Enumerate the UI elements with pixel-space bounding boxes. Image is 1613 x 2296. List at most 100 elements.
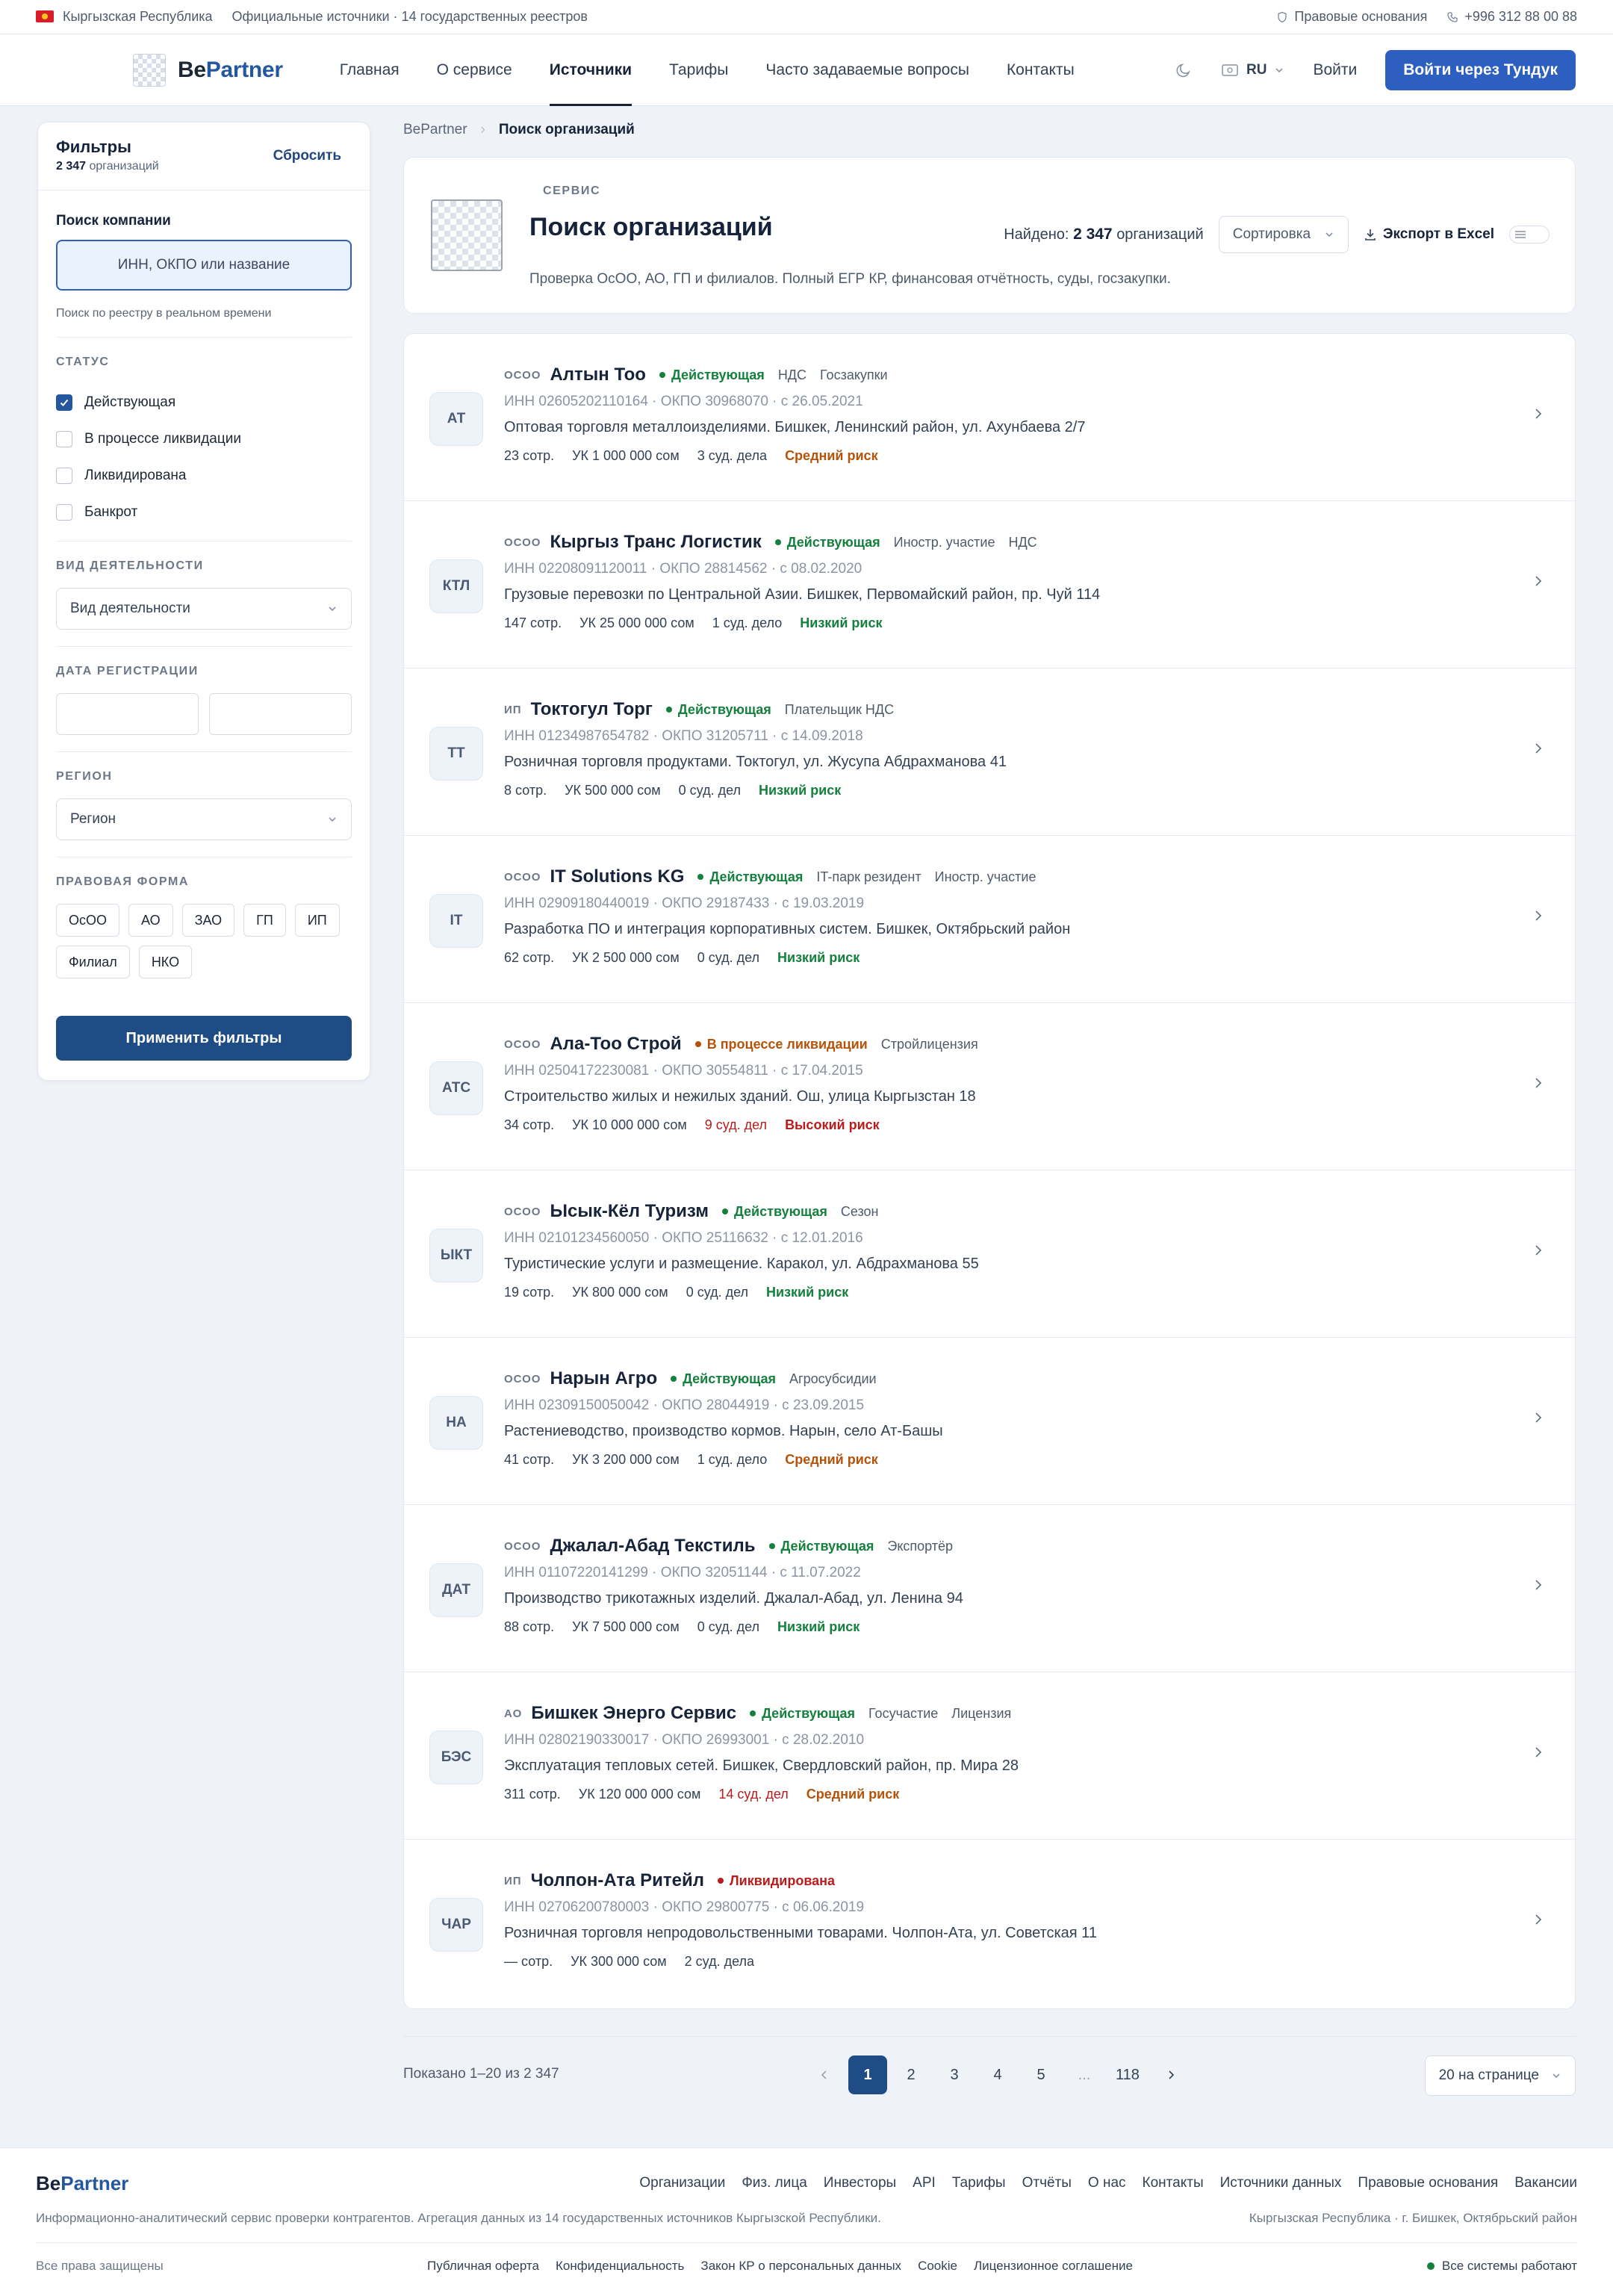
legal-form-chip[interactable]: ЗАО <box>181 904 235 937</box>
status-option[interactable]: В процессе ликвидации <box>56 421 352 457</box>
prev-page-button[interactable] <box>805 2055 844 2094</box>
footer-link[interactable]: Организации <box>639 2175 725 2191</box>
open-organization-chevron[interactable] <box>1532 1913 1545 1931</box>
footer-logo[interactable]: BePartner <box>36 2172 128 2195</box>
footer-legal-link[interactable]: Публичная оферта <box>427 2259 539 2274</box>
nav-pricing[interactable]: Тарифы <box>669 61 728 79</box>
footer-legal-link[interactable]: Конфиденциальность <box>556 2259 684 2274</box>
organization-name[interactable]: Джалал-Абад Текстиль <box>550 1536 755 1557</box>
open-organization-chevron[interactable] <box>1532 407 1545 425</box>
organization-row[interactable]: ЫКТ ОСОО Ысык-Кёл Туризм Действующая Сезон ИН… <box>404 1170 1575 1338</box>
open-organization-chevron[interactable] <box>1532 1244 1545 1262</box>
organization-row[interactable]: ЧАР ИП Чолпон-Ата Ритейл Ликвидирована ИНН 0… <box>404 1840 1575 2007</box>
login-button[interactable]: Войти <box>1313 61 1357 79</box>
footer-link[interactable]: API <box>913 2175 936 2191</box>
open-organization-chevron[interactable] <box>1532 1746 1545 1763</box>
page-button[interactable]: 4 <box>978 2055 1017 2094</box>
company-search-input[interactable]: ИНН, ОКПО или название <box>56 240 352 291</box>
footer-legal-link[interactable]: Лицензионное соглашение <box>974 2259 1133 2274</box>
status-text: Действующая <box>734 1203 827 1219</box>
page-button[interactable]: 5 <box>1022 2055 1060 2094</box>
page-button[interactable]: 1 <box>848 2055 887 2094</box>
nav-sources[interactable]: Источники <box>549 61 633 106</box>
open-organization-chevron[interactable] <box>1532 1411 1545 1429</box>
apply-filters-button[interactable]: Применить фильтры <box>56 1016 352 1061</box>
language-selector[interactable]: RU <box>1221 62 1284 78</box>
organization-name[interactable]: Токтогул Торг <box>531 699 653 720</box>
activity-select[interactable]: Вид деятельности <box>56 588 352 630</box>
nav-home[interactable]: Главная <box>340 61 400 79</box>
organization-name[interactable]: Нарын Агро <box>550 1368 657 1389</box>
status-option[interactable]: Банкрот <box>56 494 352 530</box>
sort-select[interactable]: Сортировка <box>1218 216 1349 253</box>
legal-form-chip[interactable]: ГП <box>243 904 286 937</box>
checkbox-checked[interactable] <box>56 394 72 411</box>
legal-form-chip[interactable]: ИП <box>294 904 340 937</box>
footer-link[interactable]: Вакансии <box>1514 2175 1577 2191</box>
organization-row[interactable]: IT ОСОО IT Solutions KG Действующая IT-парк … <box>404 836 1575 1003</box>
per-page-select[interactable]: 20 на странице <box>1424 2055 1576 2096</box>
footer-link[interactable]: Контакты <box>1143 2175 1204 2191</box>
footer-link[interactable]: Тарифы <box>952 2175 1006 2191</box>
risk-level: Низкий риск <box>800 615 883 630</box>
page-button[interactable]: 118 <box>1108 2055 1147 2094</box>
footer-link[interactable]: Правовые основания <box>1358 2175 1498 2191</box>
organization-name[interactable]: Бишкек Энерго Сервис <box>531 1703 736 1724</box>
status-option[interactable]: Действующая <box>56 384 352 421</box>
footer-legal-link[interactable]: Закон КР о персональных данных <box>700 2259 901 2274</box>
organization-row[interactable]: АТС ОСОО Ала-Тоо Строй В процессе ликвидаци… <box>404 1003 1575 1170</box>
organization-row[interactable]: АТ ОСОО Алтын Тоо Действующая НДС Госзакупки И… <box>404 334 1575 501</box>
open-organization-chevron[interactable] <box>1532 1076 1545 1094</box>
checkbox[interactable] <box>56 503 72 521</box>
moon-icon[interactable] <box>1175 61 1193 79</box>
organization-row[interactable]: БЭС АО Бишкек Энерго Сервис Действующая Госу… <box>404 1672 1575 1840</box>
logo-image <box>133 53 166 87</box>
checkbox[interactable] <box>56 467 72 484</box>
organization-row[interactable]: ДАТ ОСОО Джалал-Абад Текстиль Действующая Эк… <box>404 1505 1575 1672</box>
organization-name[interactable]: Чолпон-Ата Ритейл <box>531 1870 704 1891</box>
legal-form-chip[interactable]: АО <box>128 904 173 937</box>
page-button[interactable]: 2 <box>892 2055 930 2094</box>
open-organization-chevron[interactable] <box>1532 1578 1545 1596</box>
view-toggle[interactable] <box>1509 226 1550 243</box>
export-excel-button[interactable]: Экспорт в Excel <box>1364 226 1494 243</box>
organization-row[interactable]: НА ОСОО Нарын Агро Действующая Агросубсидии И… <box>404 1338 1575 1505</box>
tunduk-login-button[interactable]: Войти через Тундук <box>1385 49 1576 90</box>
footer-link[interactable]: О нас <box>1088 2175 1126 2191</box>
legal-form-chip[interactable]: ОсОО <box>56 904 120 937</box>
nav-faq[interactable]: Часто задаваемые вопросы <box>765 61 969 79</box>
employees-count: 34 сотр. <box>504 1117 555 1132</box>
reset-filters-button[interactable]: Сбросить <box>273 148 341 164</box>
page-button[interactable]: 3 <box>935 2055 974 2094</box>
region-select[interactable]: Регион <box>56 798 352 840</box>
organization-name[interactable]: Алтын Тоо <box>550 364 645 385</box>
organization-row[interactable]: ТТ ИП Токтогул Торг Действующая Плательщик Н… <box>404 668 1575 836</box>
phone-link[interactable]: +996 312 88 00 88 <box>1446 9 1577 25</box>
date-from-input[interactable] <box>56 693 199 735</box>
footer-link[interactable]: Источники данных <box>1220 2175 1342 2191</box>
footer-link[interactable]: Инвесторы <box>824 2175 896 2191</box>
date-to-input[interactable] <box>209 693 352 735</box>
organization-name[interactable]: Ала-Тоо Строй <box>550 1034 681 1055</box>
legal-basis-link[interactable]: Правовые основания <box>1276 9 1427 25</box>
logo[interactable]: BePartner <box>133 53 283 87</box>
status-option[interactable]: Ликвидирована <box>56 457 352 494</box>
organization-name[interactable]: IT Solutions KG <box>550 866 684 887</box>
legal-form-chip[interactable]: Филиал <box>56 946 130 978</box>
legal-form-chip[interactable]: НКО <box>138 946 193 978</box>
checkbox[interactable] <box>56 430 72 447</box>
organization-name[interactable]: Ысык-Кёл Туризм <box>550 1201 709 1222</box>
footer-link[interactable]: Отчёты <box>1022 2175 1072 2191</box>
nav-about[interactable]: О сервисе <box>437 61 512 79</box>
organization-row[interactable]: КТЛ ОСОО Кыргыз Транс Логистик Действующая И… <box>404 501 1575 668</box>
charter-capital: УК 10 000 000 сом <box>572 1117 687 1132</box>
nav-contacts[interactable]: Контакты <box>1007 61 1075 79</box>
footer-legal-link[interactable]: Cookie <box>918 2259 957 2274</box>
footer-link[interactable]: Физ. лица <box>742 2175 806 2191</box>
next-page-button[interactable] <box>1152 2055 1190 2094</box>
breadcrumb-root[interactable]: BePartner <box>403 122 467 138</box>
open-organization-chevron[interactable] <box>1532 574 1545 592</box>
open-organization-chevron[interactable] <box>1532 742 1545 760</box>
organization-name[interactable]: Кыргыз Транс Логистик <box>550 532 761 553</box>
open-organization-chevron[interactable] <box>1532 909 1545 927</box>
